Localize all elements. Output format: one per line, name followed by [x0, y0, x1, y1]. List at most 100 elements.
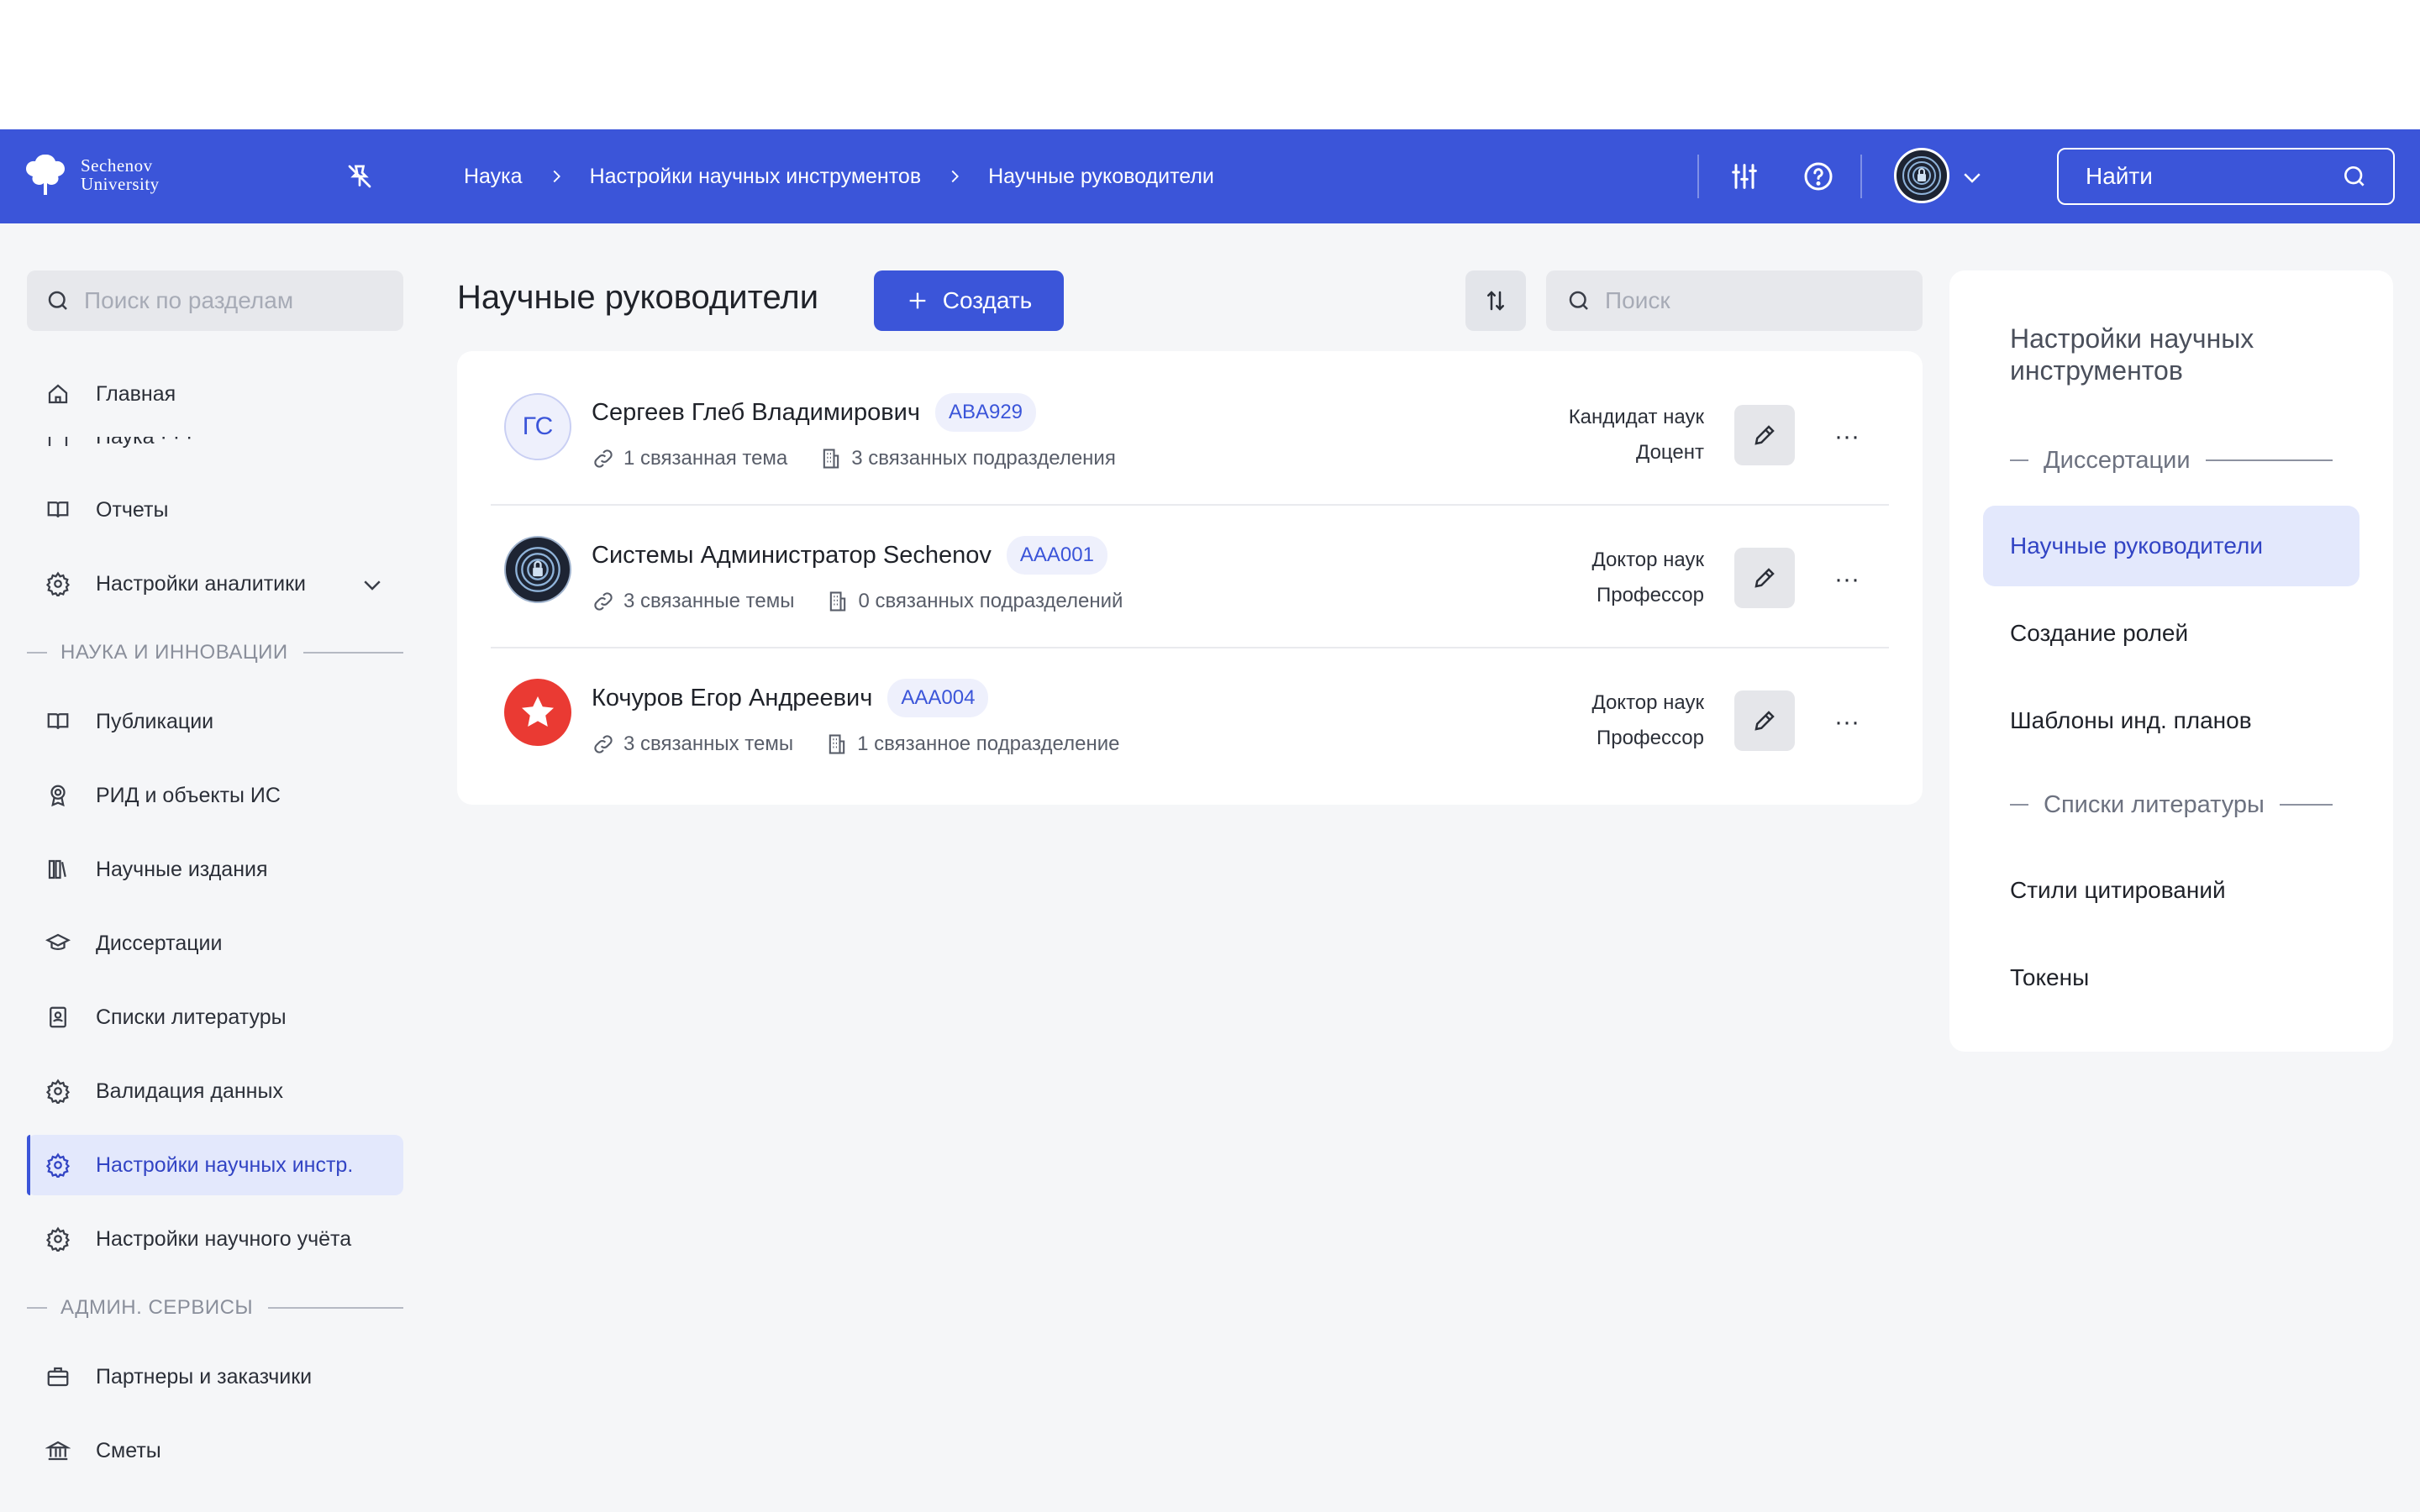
gear-icon	[45, 571, 71, 596]
list-item[interactable]: Кочуров Егор Андреевич AAA004 3 связанны…	[491, 637, 1889, 780]
award-icon	[50, 785, 66, 807]
avatar: ГС	[504, 393, 571, 460]
breadcrumb-item-science[interactable]: Наука	[464, 165, 523, 189]
sidebar-item-label: РИД и объекты ИС	[96, 783, 281, 807]
main-search-input[interactable]: Поиск	[1546, 270, 1923, 331]
supervisor-code-badge: AAA004	[887, 679, 989, 717]
logo-line1: Sechenov	[81, 155, 153, 176]
help-icon[interactable]	[1802, 160, 1835, 193]
supervisor-code-badge: ABA929	[934, 393, 1037, 432]
building-icon	[830, 591, 846, 612]
edit-button[interactable]	[1734, 690, 1795, 751]
user-avatar[interactable]	[1894, 148, 1949, 203]
sidebar-item-label: Настройки научного учёта	[96, 1226, 352, 1251]
more-actions-button[interactable]: ···	[1830, 706, 1864, 739]
page-title: Научные руководители	[457, 279, 819, 316]
top-header: Sechenov University Наука Настройки науч…	[0, 129, 2420, 223]
panel-item-supervisors[interactable]: Научные руководители	[1983, 506, 2360, 586]
academic-title: Профессор	[1596, 584, 1704, 606]
create-button-label: Создать	[942, 287, 1033, 313]
sidebar-item-label: Научные издания	[96, 857, 268, 881]
supervisor-code-badge: AAA001	[1006, 536, 1107, 575]
sidebar-item-label: Отчеты	[96, 497, 169, 522]
partially-hidden-nav-item: Наука · · ·	[27, 437, 403, 449]
edit-button[interactable]	[1734, 405, 1795, 465]
breadcrumb-item-settings[interactable]: Настройки научных инструментов	[590, 165, 922, 189]
list-item[interactable]: Системы Администратор Sechenov AAA001 3 …	[491, 494, 1889, 637]
panel-item-plan-templates[interactable]: Шаблоны инд. планов	[1983, 680, 2360, 761]
sidebar-item-label: Валидация данных	[96, 1079, 283, 1103]
pencil-icon	[1754, 711, 1775, 731]
panel-item-citation-styles[interactable]: Стили цитирований	[1983, 850, 2360, 931]
section-label-text: АДМИН. СЕРВИСЫ	[60, 1296, 254, 1319]
chevron-right-icon	[523, 167, 590, 186]
panel-item-tokens[interactable]: Токены	[1983, 937, 2360, 1018]
sort-arrows-icon	[1487, 291, 1504, 311]
linked-topics: 3 связанных темы	[623, 732, 794, 755]
create-button[interactable]: Создать	[874, 270, 1064, 331]
panel-section-label: Списки литературы	[2044, 790, 2265, 818]
sidebar-item-reports[interactable]: Отчеты	[27, 480, 403, 540]
linked-units: 0 связанных подразделений	[858, 590, 1123, 612]
more-actions-button[interactable]: ···	[1830, 420, 1864, 454]
gear-icon	[45, 1152, 71, 1178]
section-label-admin: АДМИН. СЕРВИСЫ	[27, 1291, 403, 1325]
unpin-icon[interactable]	[345, 161, 375, 192]
panel-item-role-creation[interactable]: Создание ролей	[1983, 593, 2360, 674]
sidebar-item-journals[interactable]: Научные издания	[27, 839, 403, 900]
academic-title: Профессор	[1596, 727, 1704, 749]
search-icon	[48, 291, 67, 310]
book-icon	[47, 713, 69, 729]
linked-topics: 1 связанная тема	[623, 447, 788, 470]
more-actions-button[interactable]: ···	[1830, 563, 1864, 596]
sidebar-item-estimates[interactable]: Сметы	[27, 1420, 403, 1481]
contact-book-icon	[50, 1006, 66, 1028]
list-item[interactable]: ГС Сергеев Глеб Владимирович ABA929 1 св…	[491, 351, 1889, 494]
link-icon	[594, 449, 613, 468]
panel-title: Настройки научных инструментов	[2010, 323, 2254, 386]
sidebar-item-publications[interactable]: Публикации	[27, 691, 403, 752]
academic-degree: Доктор наук	[1591, 691, 1704, 714]
sidebar-item-analytics-settings[interactable]: Настройки аналитики	[27, 554, 403, 614]
sidebar-item-rid[interactable]: РИД и объекты ИС	[27, 765, 403, 826]
global-search-input[interactable]: Найти	[2057, 148, 2395, 205]
sort-button[interactable]	[1465, 270, 1526, 331]
plus-icon	[909, 292, 926, 309]
sidebar-item-science-tools-settings[interactable]: Настройки научных инстр.	[27, 1135, 403, 1195]
sidebar-item-label: Диссертации	[96, 931, 223, 955]
pencil-icon	[1754, 425, 1775, 445]
linked-units: 1 связанное подразделение	[857, 732, 1120, 755]
link-icon	[594, 735, 613, 753]
sidebar-item-label: Сметы	[96, 1438, 161, 1462]
panel-section-dissertations: Диссертации	[2010, 444, 2333, 477]
sidebar-item-bibliography[interactable]: Списки литературы	[27, 987, 403, 1047]
sidebar-item-label: Списки литературы	[96, 1005, 287, 1029]
search-icon	[2344, 166, 2365, 186]
settings-subnav-panel: Настройки научных инструментов Диссертац…	[1949, 270, 2393, 1052]
chevron-down-icon[interactable]	[1960, 165, 1985, 190]
academic-title: Доцент	[1636, 441, 1704, 464]
gear-icon	[45, 1226, 71, 1252]
sidebar-item-partners[interactable]: Партнеры и заказчики	[27, 1347, 403, 1407]
sidebar-item-validation[interactable]: Валидация данных	[27, 1061, 403, 1121]
supervisor-name: Сергеев Глеб Владимирович	[592, 398, 920, 426]
supervisors-list: ГС Сергеев Глеб Владимирович ABA929 1 св…	[457, 351, 1923, 805]
sidebar-search-input[interactable]: Поиск по разделам	[27, 270, 403, 331]
breadcrumb-item-current: Научные руководители	[988, 164, 1214, 188]
breadcrumb: Наука Настройки научных инструментов Нау…	[464, 129, 1214, 223]
filters-icon[interactable]	[1728, 160, 1761, 193]
sidebar-item-label: Настройки научных инстр.	[96, 1152, 354, 1177]
search-icon	[1569, 291, 1588, 310]
briefcase-icon	[47, 1367, 69, 1387]
academic-degree: Кандидат наук	[1568, 406, 1704, 428]
sidebar-item-science-accounting[interactable]: Настройки научного учёта	[27, 1209, 403, 1269]
section-label-science: НАУКА И ИННОВАЦИИ	[27, 636, 403, 669]
sidebar-item-home[interactable]: Главная	[27, 364, 403, 424]
panel-section-label: Диссертации	[2044, 446, 2191, 474]
sidebar-item-dissertations[interactable]: Диссертации	[27, 913, 403, 974]
university-logo[interactable]: Sechenov University	[18, 150, 160, 200]
chevron-down-icon[interactable]	[360, 572, 385, 597]
graduation-cap-icon	[45, 933, 71, 950]
edit-button[interactable]	[1734, 548, 1795, 608]
sidebar-item-label: Публикации	[96, 709, 214, 733]
